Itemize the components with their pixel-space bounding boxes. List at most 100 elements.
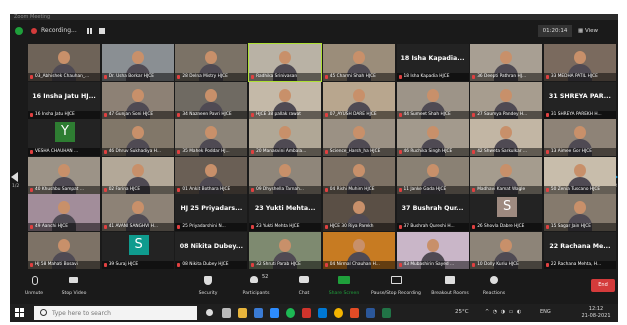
participant-tile[interactable]: 37 Bushrah Qur... 37 Bushrah Qureshi H... <box>396 194 469 231</box>
zoom-app-icon[interactable] <box>270 308 279 318</box>
participant-tile[interactable]: 20 Manasvini Ambala... <box>249 119 322 156</box>
participant-tile[interactable]: 41 AVANI SANGHVI H... <box>101 194 174 231</box>
participant-tile[interactable]: 40 Khushbu Sampat ... <box>28 156 100 194</box>
participant-tile[interactable]: Dr. Usha Borkar HJCE <box>101 44 174 81</box>
media-icon[interactable] <box>302 308 311 318</box>
participant-name-label: 23 Yukti Mehta HJCE <box>249 223 322 231</box>
pause-stop-recording-button[interactable]: Pause/Stop Recording <box>366 272 426 302</box>
excel-icon[interactable] <box>382 308 391 318</box>
participants-count: 52 <box>262 274 269 280</box>
mail-icon[interactable] <box>318 308 327 318</box>
stop-recording-icon[interactable] <box>99 28 105 34</box>
participant-tile[interactable]: 32 Shruti Parab HJCE <box>249 231 322 269</box>
participant-name-label: 18 Isha Kapadia HJCE <box>396 73 469 81</box>
participant-tile[interactable]: HJ 25 Priyadars... 25 Priyadarshini N... <box>175 194 248 231</box>
participant-tile[interactable]: 04 Rishi Muhim HJCE <box>322 156 395 194</box>
view-button[interactable]: ▦ View <box>578 25 614 37</box>
weather-temperature[interactable]: 25°C <box>455 309 469 315</box>
participant-name-label: 20 Manasvini Ambala... <box>249 148 322 156</box>
participant-name-display: 16 Insha Jatu HJ... <box>32 92 96 100</box>
participant-tile[interactable]: 11 Janke Gada HJCE <box>396 156 469 194</box>
participant-tile[interactable]: 49 Aanchi HJCE <box>28 194 100 231</box>
participant-tile[interactable]: 13 Aimee Gor HJCE <box>543 119 616 156</box>
pause-recording-icon[interactable] <box>86 28 93 34</box>
participant-tile[interactable]: 33 MEDHA PATIL HJCE <box>543 44 616 81</box>
participant-tile[interactable]: 34 Nazneen Pavri HJCE <box>175 81 248 119</box>
participant-tile[interactable]: 50 Zenia Tuscano HJCE <box>543 156 616 194</box>
system-tray-icons[interactable]: ^ ◔ ◑ ▭ ◐ <box>485 309 522 315</box>
participant-tile[interactable]: Radhika Srinivasan <box>248 43 323 82</box>
muted-microphone-icon <box>545 75 549 79</box>
participant-tile[interactable]: 16 Insha Jatu HJ... 16 Insha Jatu HJCE <box>28 81 100 119</box>
file-explorer-icon[interactable] <box>238 308 247 318</box>
clock-date: 21-08-2021 <box>581 313 611 319</box>
participant-tile[interactable]: 08 Nikita Dubey... 08 Nikita Dubey HJCE <box>175 231 248 269</box>
reactions-smiley-icon <box>490 276 498 284</box>
muted-microphone-icon <box>324 225 328 229</box>
participant-tile[interactable]: S 26 Shovla Dabre HJCE <box>470 194 543 231</box>
participant-tile[interactable]: 35 Mahek Poddar HJ... <box>175 119 248 156</box>
chat-bubble-icon <box>299 276 309 283</box>
participants-button[interactable]: 52 Participants <box>232 272 280 302</box>
language-indicator[interactable]: ENG <box>540 309 551 315</box>
participant-tile[interactable]: HJCE 38 pallak rawat <box>249 81 322 119</box>
participant-tile[interactable]: 18 Isha Kapadia... 18 Isha Kapadia HJCE <box>396 44 469 81</box>
participant-tile[interactable]: 36 Deepti Pathran HJ... <box>470 44 543 81</box>
end-meeting-button[interactable]: End <box>591 279 615 292</box>
participant-tile[interactable]: 09 Dhyshella Tarnah... <box>249 156 322 194</box>
participant-tile[interactable]: 15 Sagar Jain HJCE <box>543 194 616 231</box>
reactions-button[interactable]: Reactions <box>470 272 518 302</box>
store-icon[interactable] <box>254 308 263 318</box>
participant-tile[interactable]: 22 Rachana Me... 22 Rachana Mehta, H... <box>543 231 616 269</box>
recording-control-icon <box>391 276 402 284</box>
participant-tile[interactable]: S 39 Suraj HJCE <box>101 231 174 269</box>
participant-tile[interactable]: 46 Dhruv Sukhadiya H... <box>101 119 174 156</box>
muted-microphone-icon <box>398 262 402 267</box>
cortana-icon[interactable] <box>206 309 213 316</box>
muted-microphone-icon <box>103 262 107 267</box>
participant-tile[interactable]: Y VESHA CHAUHAN ... <box>28 119 100 156</box>
task-view-icon[interactable] <box>222 308 231 318</box>
camera-icon <box>69 277 78 283</box>
participant-avatar: S <box>497 197 518 217</box>
spotify-icon[interactable] <box>286 308 295 318</box>
participant-tile[interactable]: HJCE 30 Riya Parekh <box>322 194 395 231</box>
participant-tile[interactable]: Science_Harsh_ha HJCE <box>322 119 395 156</box>
participant-tile[interactable]: HJ 58 Mahati Bosavi <box>28 231 100 269</box>
taskbar-search[interactable] <box>34 306 197 320</box>
participant-tile[interactable]: 07_AYUSH DARE HJCE <box>322 81 395 119</box>
participant-tile[interactable]: 23 Yukti Mehta... 23 Yukti Mehta HJCE <box>249 194 322 231</box>
security-button[interactable]: Security <box>184 272 232 302</box>
windows-taskbar: 25°C ^ ◔ ◑ ▭ ◐ ENG 12:12 21-08-2021 <box>10 304 618 322</box>
participant-tile[interactable]: Madhavi Kamat Wagle <box>470 156 543 194</box>
participant-tile[interactable]: 45 Charmi Shah HJCE <box>322 44 395 81</box>
participant-tile[interactable]: 31 SHREYA PAR... 31 SHREYA PAREKH H... <box>543 81 616 119</box>
taskbar-search-input[interactable] <box>52 307 192 319</box>
previous-page-icon[interactable] <box>11 172 18 182</box>
participant-tile[interactable]: 02 Farina HJCE <box>101 156 174 194</box>
participant-tile[interactable]: 42 Shweta Sarkulkar ... <box>470 119 543 156</box>
participant-name-label: 02 Farina HJCE <box>101 185 174 194</box>
encryption-shield-icon[interactable] <box>15 27 23 35</box>
participant-tile[interactable]: 04 Nirmal Chauhan H... <box>322 231 395 269</box>
participant-tile[interactable]: 28 Delna Mistry HJCE <box>175 44 248 81</box>
word-icon[interactable] <box>366 308 375 318</box>
meeting-timer: 01:20:14 <box>538 25 572 37</box>
participant-tile[interactable]: 46 Ruchika Singh HJCE <box>396 119 469 156</box>
participant-tile[interactable]: 03_Abhishek Chauhan_... <box>28 44 100 81</box>
office-icon[interactable] <box>350 308 359 318</box>
windows-start-icon[interactable] <box>15 308 25 318</box>
participant-tile[interactable]: 43 Mubashirin Sayed ... <box>396 231 469 269</box>
share-screen-button[interactable]: Share Screen <box>320 272 368 302</box>
participant-tile[interactable]: 44 Sumeet Shah HJCE <box>396 81 469 119</box>
muted-microphone-icon <box>324 150 328 154</box>
chrome-icon[interactable] <box>334 308 343 318</box>
participant-name-label: Radhika Srinivasan <box>249 73 322 81</box>
participant-tile[interactable]: 27 Saumya Pandey H... <box>470 81 543 119</box>
participant-tile[interactable]: 01 Ankit Bothara HJCE <box>175 156 248 194</box>
muted-microphone-icon <box>472 112 476 117</box>
participant-tile[interactable]: 47 Gunjan Soni HJCE <box>101 81 174 119</box>
stop-video-button[interactable]: Stop Video <box>50 272 98 302</box>
taskbar-clock[interactable]: 12:12 21-08-2021 <box>578 306 614 320</box>
participant-tile[interactable]: 10 Dolly Kuriu HJCE <box>470 231 543 269</box>
